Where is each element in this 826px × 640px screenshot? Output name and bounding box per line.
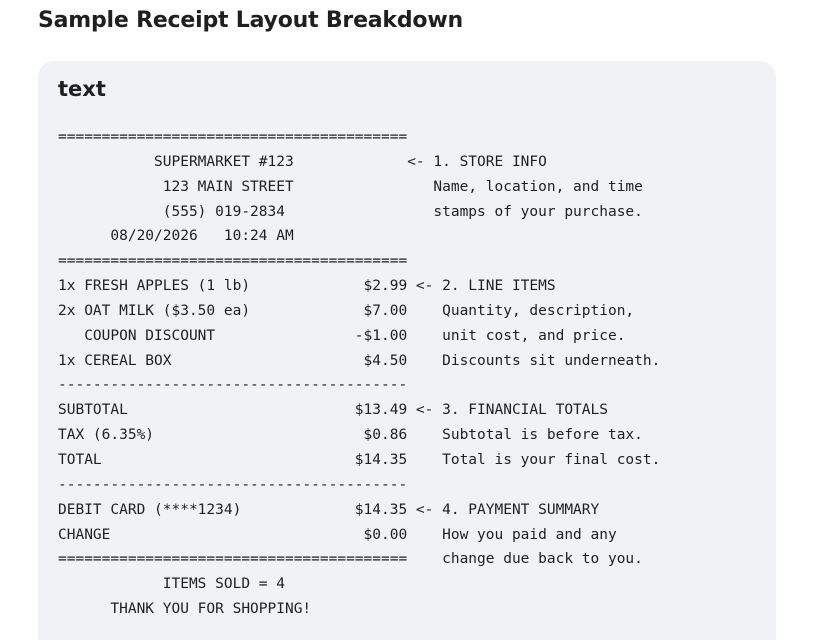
code-line: TOTAL $14.35 Total is your final cost. — [58, 451, 661, 468]
code-line: COUPON DISCOUNT -$1.00 unit cost, and pr… — [58, 327, 626, 344]
code-line: DEBIT CARD (****1234) $14.35 <- 4. PAYME… — [58, 501, 600, 518]
code-line: ======================================== — [58, 253, 408, 270]
code-line: 123 MAIN STREET Name, location, and time — [58, 178, 643, 195]
code-line: 08/20/2026 10:24 AM — [58, 228, 294, 245]
code-line: ITEMS SOLD = 4 — [58, 576, 285, 593]
code-language-label: text — [58, 77, 106, 101]
code-line: CHANGE $0.00 How you paid and any — [58, 526, 617, 543]
receipt-code-block: ========================================… — [58, 125, 660, 622]
code-line: ======================================== — [58, 129, 408, 145]
code-line: 2x OAT MILK ($3.50 ea) $7.00 Quantity, d… — [58, 302, 635, 319]
code-line: (555) 019-2834 stamps of your purchase. — [58, 203, 643, 220]
code-line: SUPERMARKET #123 <- 1. STORE INFO — [58, 153, 547, 170]
code-line: SUBTOTAL $13.49 <- 3. FINANCIAL TOTALS — [58, 402, 608, 419]
code-line: 1x FRESH APPLES (1 lb) $2.99 <- 2. LINE … — [58, 278, 556, 295]
page-title: Sample Receipt Layout Breakdown — [38, 8, 463, 33]
code-line: TAX (6.35%) $0.86 Subtotal is before tax… — [58, 427, 643, 444]
code-line: THANK YOU FOR SHOPPING! — [58, 601, 312, 618]
code-line: ---------------------------------------- — [58, 377, 408, 394]
code-line: 1x CEREAL BOX $4.50 Discounts sit undern… — [58, 352, 661, 369]
code-line: ---------------------------------------- — [58, 476, 408, 493]
page: Sample Receipt Layout Breakdown text ===… — [0, 0, 826, 640]
code-block-card: text ===================================… — [38, 61, 776, 640]
code-line: ========================================… — [58, 551, 643, 568]
